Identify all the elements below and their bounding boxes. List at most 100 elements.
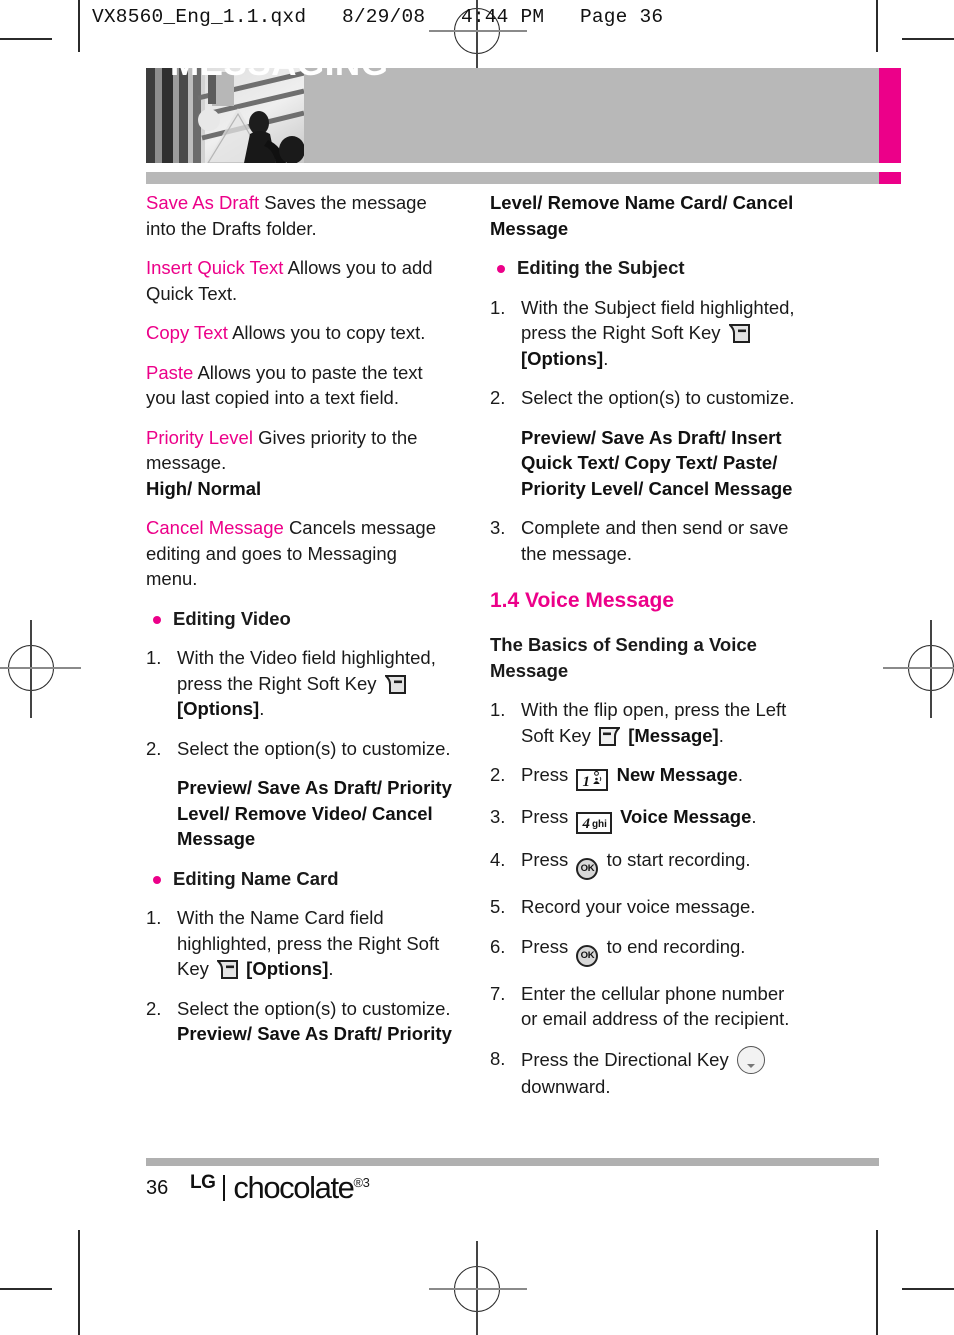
- bullet-label: Editing Video: [173, 607, 291, 629]
- brand-logo: LG chocolate®3: [190, 1170, 370, 1206]
- glossary-item: Save As Draft Saves the message into the…: [146, 190, 452, 241]
- glossary-term: Paste: [146, 361, 194, 383]
- lg-wordmark: LG: [190, 1172, 216, 1193]
- options-values: Preview/ Save As Draft/ Priority Level/ …: [177, 777, 452, 849]
- directional-key-icon: [736, 1045, 765, 1074]
- step-text-period: .: [259, 698, 265, 719]
- step-text-part: Press the Directional Key: [521, 1048, 729, 1070]
- key-1-icon: 1: [576, 769, 609, 791]
- step-number: 1.: [490, 296, 506, 318]
- options-values: Level/ Remove Name Card/ Cancel Message: [490, 192, 794, 239]
- step-item: 2. Select the option(s) to customize.: [146, 996, 452, 1022]
- step-text: With the Name Card field highlighted, pr…: [177, 907, 439, 979]
- glossary-values: High/ Normal: [146, 477, 262, 499]
- step-text-part: With the Subject field highlighted, pres…: [521, 296, 795, 344]
- step-number: 4.: [490, 849, 506, 870]
- step-number: 1.: [146, 907, 162, 928]
- section-heading: 1.4 Voice Message: [490, 589, 675, 612]
- glossary-term: Priority Level: [146, 426, 253, 448]
- bullet-editing-subject: Editing the Subject: [490, 255, 796, 281]
- glossary-item: Priority Level Gives priority to the mes…: [146, 425, 452, 502]
- step-item: 7. Enter the cellular phone number or em…: [490, 981, 796, 1032]
- step-text-tail: to end recording.: [606, 935, 746, 957]
- glossary-term: Cancel Message: [146, 517, 284, 538]
- header-divider-bar: [146, 172, 879, 184]
- softkey-label: [Options]: [521, 347, 604, 369]
- bullet-dot-icon: [153, 615, 161, 624]
- step-item: 1. With the flip open, press the Left So…: [490, 697, 796, 748]
- step-text-tail: downward.: [521, 1075, 611, 1097]
- registration-mark-left: [0, 620, 81, 718]
- step-text-period: .: [603, 347, 609, 369]
- crop-mark-top-left-v: [78, 0, 80, 52]
- step-text: With the flip open, press the Left Soft …: [521, 699, 786, 746]
- ok-key-icon: OK: [576, 944, 599, 967]
- step-number: 3.: [490, 806, 506, 827]
- bullet-dot-icon: [153, 875, 161, 884]
- step-text-part: Press: [521, 849, 569, 870]
- step-text-part: Press: [521, 764, 569, 785]
- step-text-part: Press: [521, 806, 569, 827]
- page-number: 36: [146, 1177, 169, 1199]
- step-number: 3.: [490, 517, 506, 538]
- right-column: Level/ Remove Name Card/ Cancel Message …: [490, 190, 796, 1113]
- crop-mark-top-left-h: [0, 38, 52, 40]
- step-text: Press OK to start recording.: [521, 849, 751, 880]
- step-text: Press 4 ghi Voice Message.: [521, 806, 757, 834]
- options-list: Preview/ Save As Draft/ Insert Quick Tex…: [490, 425, 796, 502]
- section-subheading: The Basics of Sending a Voice Message: [490, 634, 757, 681]
- file-header-text: VX8560_Eng_1.1.qxd 8/29/08 4:44 PM Page …: [92, 6, 664, 28]
- step-text: Select the option(s) to customize.: [177, 997, 451, 1019]
- crop-mark-top-right-v: [876, 0, 878, 52]
- step-text: With the Subject field highlighted, pres…: [521, 297, 795, 369]
- crop-mark-top-right-h: [902, 38, 954, 40]
- crop-mark-bottom-left-v: [78, 1230, 80, 1335]
- step-text-part: Press: [521, 935, 569, 957]
- voicemail-glyph-icon: [592, 771, 603, 789]
- step-number: 1.: [146, 647, 162, 668]
- step-item: 3. Complete and then send or save the me…: [490, 515, 796, 566]
- glossary-item: Insert Quick Text Allows you to add Quic…: [146, 255, 452, 306]
- step-text-tail: to start recording.: [606, 849, 751, 870]
- bullet-editing-name-card: Editing Name Card: [146, 866, 452, 892]
- step-text: Record your voice message.: [521, 896, 756, 917]
- options-values: Preview/ Save As Draft/ Priority: [177, 1023, 452, 1044]
- step-number: 1.: [490, 699, 506, 720]
- glossary-desc: Allows you to copy text.: [232, 322, 426, 343]
- step-number: 6.: [490, 935, 506, 957]
- step-number: 2.: [146, 997, 162, 1019]
- header-band: [304, 68, 879, 163]
- registration-mark-right: [883, 620, 954, 718]
- step-item: 4. Press OK to start recording.: [490, 847, 796, 880]
- ok-key-icon: OK: [576, 858, 599, 880]
- step-text: Press OK to end recording.: [521, 935, 746, 967]
- right-soft-key-icon: [384, 674, 406, 694]
- key-letters: ghi: [591, 819, 607, 830]
- step-text: With the Video field highlighted, press …: [177, 647, 436, 719]
- bullet-dot-icon: [497, 265, 505, 273]
- step-item: 6. Press OK to end recording.: [490, 934, 796, 967]
- right-soft-key-icon: [728, 324, 750, 343]
- bullet-label: Editing the Subject: [517, 257, 685, 278]
- options-list-partial: Preview/ Save As Draft/ Priority: [146, 1021, 452, 1047]
- step-number: 2.: [490, 764, 506, 785]
- menu-label: New Message: [616, 764, 738, 785]
- section-tab: [879, 68, 901, 163]
- step-text: Enter the cellular phone number or email…: [521, 982, 790, 1030]
- step-text: Select the option(s) to customize.: [177, 737, 451, 759]
- step-text: Select the option(s) to customize.: [521, 387, 795, 408]
- glossary-term: Insert Quick Text: [146, 257, 284, 278]
- step-text-period: .: [751, 806, 757, 827]
- manual-page: VX8560_Eng_1.1.qxd 8/29/08 4:44 PM Page …: [0, 0, 954, 1335]
- step-item: 1. With the Subject field highlighted, p…: [490, 295, 796, 372]
- step-item: 2. Select the option(s) to customize.: [146, 736, 452, 762]
- options-values: Preview/ Save As Draft/ Insert Quick Tex…: [521, 426, 793, 499]
- options-list: Preview/ Save As Draft/ Priority Level/ …: [146, 775, 452, 852]
- left-soft-key-icon: [599, 726, 621, 746]
- softkey-label: [Message]: [628, 724, 719, 746]
- glossary-term: Copy Text: [146, 322, 228, 343]
- step-item: 2. Press 1 New Message.: [490, 762, 796, 791]
- step-item: 2. Select the option(s) to customize.: [490, 385, 796, 411]
- glossary-item: Paste Allows you to paste the text you l…: [146, 360, 452, 411]
- chocolate-superscript: ®3: [353, 1175, 370, 1190]
